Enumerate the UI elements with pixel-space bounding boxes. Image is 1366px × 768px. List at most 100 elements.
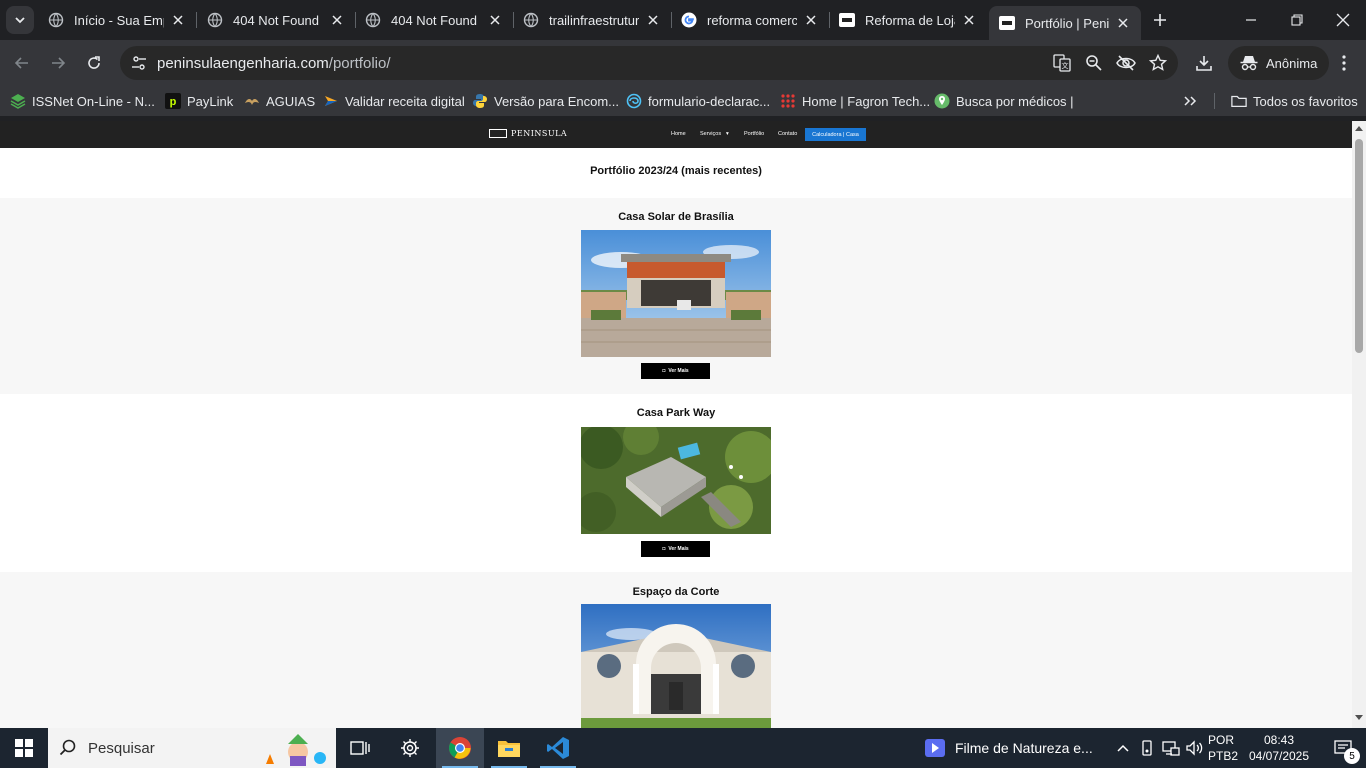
input-language-indicator[interactable]: POR PTB2 bbox=[1208, 732, 1238, 764]
start-button[interactable] bbox=[0, 728, 48, 768]
pin-icon bbox=[934, 93, 950, 109]
bookmark-issnet[interactable]: ISSNet On-Line - N... bbox=[10, 90, 155, 112]
tab-7-active[interactable]: Portfólio | Penins bbox=[989, 6, 1141, 40]
translate-icon[interactable]: 文 bbox=[1050, 51, 1074, 75]
tab-title: Início - Sua Empr bbox=[74, 12, 164, 28]
close-tab-icon[interactable] bbox=[1115, 15, 1131, 31]
ver-mais-button[interactable]: ◘ Ver Mais bbox=[641, 541, 710, 557]
menu-portfolio[interactable]: Portfólio bbox=[744, 131, 764, 137]
system-clock[interactable]: 08:43 04/07/2025 bbox=[1248, 732, 1310, 764]
download-icon bbox=[1196, 56, 1212, 71]
svg-text:p: p bbox=[170, 96, 177, 108]
downloads-button[interactable] bbox=[1190, 49, 1218, 77]
layers-icon bbox=[10, 93, 26, 109]
bookmark-busca-medicos[interactable]: Busca por médicos | bbox=[934, 90, 1074, 112]
tab-6[interactable]: Reforma de Loja bbox=[829, 4, 987, 36]
menu-button[interactable] bbox=[1330, 49, 1358, 77]
bookmark-validar-receita[interactable]: Validar receita digital bbox=[323, 90, 465, 112]
taskbar-app-vscode[interactable] bbox=[534, 728, 582, 768]
reload-button[interactable] bbox=[80, 49, 108, 77]
eagle-icon bbox=[244, 93, 260, 109]
media-widget[interactable]: Filme de Natureza e... bbox=[925, 728, 1093, 768]
chat-icon: ◘ bbox=[662, 368, 666, 374]
close-tab-icon[interactable] bbox=[329, 12, 345, 28]
taskbar-search[interactable]: Pesquisar bbox=[48, 728, 336, 768]
tab-5[interactable]: reforma comercia bbox=[671, 4, 830, 36]
tab-3[interactable]: 404 Not Found bbox=[355, 4, 514, 36]
page-viewport: PENINSULA Home Serviços ▾ Portfólio Cont… bbox=[0, 121, 1352, 728]
tab-title: reforma comercia bbox=[707, 12, 797, 28]
address-bar[interactable]: peninsulaengenharia.com/portfolio/ 文 bbox=[120, 46, 1178, 80]
close-tab-icon[interactable] bbox=[961, 12, 977, 28]
minimize-icon bbox=[1246, 19, 1256, 21]
scroll-down-icon[interactable] bbox=[1355, 714, 1363, 722]
minimize-button[interactable] bbox=[1228, 0, 1274, 40]
bookmark-aguias[interactable]: AGUIAS bbox=[244, 90, 315, 112]
all-bookmarks-button[interactable]: Todos os favoritos bbox=[1231, 90, 1358, 112]
network-icon[interactable] bbox=[1160, 728, 1182, 768]
scroll-thumb[interactable] bbox=[1355, 139, 1363, 353]
menu-contact[interactable]: Contato bbox=[778, 131, 797, 137]
bookmark-star-icon[interactable] bbox=[1146, 51, 1170, 75]
scroll-up-icon[interactable] bbox=[1355, 124, 1363, 132]
site-logo-icon bbox=[839, 12, 855, 28]
bookmark-formulario[interactable]: formulario-declarac... bbox=[626, 90, 770, 112]
close-tab-icon[interactable] bbox=[645, 12, 661, 28]
close-tab-icon[interactable] bbox=[487, 12, 503, 28]
menu-services[interactable]: Serviços bbox=[700, 131, 721, 137]
bookmark-fagron[interactable]: Home | Fagron Tech... bbox=[780, 90, 930, 112]
tab-4[interactable]: trailinfraestrutur bbox=[513, 4, 672, 36]
project-photo-espaco-da-corte[interactable] bbox=[581, 604, 771, 728]
globe-icon bbox=[48, 12, 64, 28]
project-photo-park-way[interactable] bbox=[581, 427, 771, 534]
browser-toolbar: peninsulaengenharia.com/portfolio/ 文 Anô… bbox=[0, 40, 1366, 86]
logo-mark-icon bbox=[489, 129, 507, 138]
incognito-profile-button[interactable]: Anônima bbox=[1228, 46, 1330, 80]
taskbar-app-settings[interactable] bbox=[386, 728, 434, 768]
tab-1[interactable]: Início - Sua Empr bbox=[38, 4, 197, 36]
arrow-icon bbox=[323, 93, 339, 109]
restore-button[interactable] bbox=[1274, 0, 1320, 40]
forward-button[interactable] bbox=[44, 49, 72, 77]
more-bookmarks-button[interactable] bbox=[1183, 90, 1197, 112]
chat-icon: ◘ bbox=[662, 546, 666, 552]
tab-search-button[interactable] bbox=[6, 6, 34, 34]
eye-off-icon[interactable] bbox=[1114, 51, 1138, 75]
svg-text:文: 文 bbox=[1062, 61, 1069, 70]
tab-title: Reforma de Loja bbox=[865, 12, 955, 28]
calculator-button[interactable]: Calculadora | Casa bbox=[805, 128, 866, 141]
tray-device-icon[interactable] bbox=[1137, 728, 1157, 768]
taskbar-app-file-explorer[interactable] bbox=[485, 728, 533, 768]
swirl-icon bbox=[626, 93, 642, 109]
task-view-button[interactable] bbox=[336, 728, 384, 768]
project-photo-casa-solar[interactable] bbox=[581, 230, 771, 357]
new-tab-button[interactable] bbox=[1148, 8, 1172, 32]
close-tab-icon[interactable] bbox=[170, 12, 186, 28]
back-button[interactable] bbox=[8, 49, 36, 77]
grid-dots-icon bbox=[780, 93, 796, 109]
tab-2[interactable]: 404 Not Found bbox=[197, 4, 356, 36]
page-scrollbar[interactable] bbox=[1352, 121, 1366, 728]
bookmark-paylink[interactable]: p PayLink bbox=[165, 90, 233, 112]
close-tab-icon[interactable] bbox=[803, 12, 819, 28]
arrow-left-icon bbox=[14, 57, 28, 69]
incognito-icon bbox=[1240, 56, 1258, 71]
site-info-icon[interactable] bbox=[122, 46, 156, 80]
volume-icon[interactable] bbox=[1184, 728, 1206, 768]
zoom-icon[interactable] bbox=[1082, 51, 1106, 75]
tab-title: 404 Not Found bbox=[391, 12, 478, 28]
notification-center-button[interactable]: 5 bbox=[1320, 728, 1366, 768]
tab-title: Portfólio | Penins bbox=[1025, 15, 1109, 31]
chevron-down-icon bbox=[15, 17, 25, 24]
bookmark-versao-encomenda[interactable]: Versão para Encom... bbox=[472, 90, 619, 112]
menu-home[interactable]: Home bbox=[671, 131, 686, 137]
taskbar-app-chrome[interactable] bbox=[436, 728, 484, 768]
close-window-button[interactable] bbox=[1320, 0, 1366, 40]
project-title: Espaço da Corte bbox=[632, 586, 720, 598]
arrow-right-icon bbox=[52, 57, 66, 69]
ver-mais-button[interactable]: ◘ Ver Mais bbox=[641, 363, 710, 379]
notification-count-badge: 5 bbox=[1344, 748, 1360, 764]
show-hidden-icons-button[interactable] bbox=[1112, 728, 1134, 768]
task-view-icon bbox=[350, 741, 370, 755]
site-logo[interactable]: PENINSULA bbox=[489, 129, 567, 138]
